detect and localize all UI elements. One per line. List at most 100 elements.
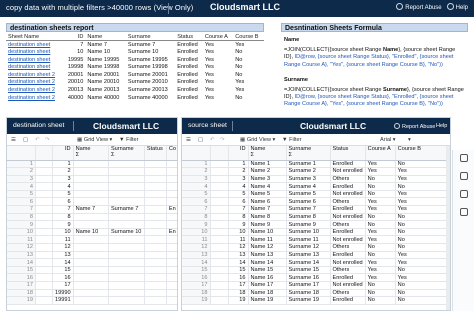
grid-cell[interactable]: 5: [228, 190, 249, 199]
grid-cell[interactable]: [108, 289, 145, 298]
grid-cell[interactable]: Name 15: [248, 266, 287, 275]
grid-cell[interactable]: 12: [228, 243, 249, 252]
table-row[interactable]: 12 12: [7, 243, 177, 252]
grid-cell[interactable]: 10: [228, 228, 249, 237]
col-course[interactable]: Co: [166, 146, 177, 161]
filter-button[interactable]: ▼ Filter: [119, 137, 139, 143]
grid-cell[interactable]: Name 5: [248, 190, 287, 199]
table-row[interactable]: 99: [7, 220, 177, 229]
grid-cell[interactable]: [108, 258, 145, 267]
link-icon[interactable]: [460, 208, 468, 216]
grid-cell[interactable]: [144, 251, 167, 260]
grid-cell[interactable]: 16: [52, 273, 74, 282]
grid-cell[interactable]: [144, 160, 167, 169]
save-icon[interactable]: ▢: [23, 137, 28, 143]
vertical-scrollbar[interactable]: [446, 146, 450, 310]
sheet-link[interactable]: destination sheet 2: [6, 86, 63, 94]
table-row[interactable]: 9 9 Name 9 Surname 9 Others No No: [182, 220, 449, 229]
grid-cell[interactable]: [166, 266, 177, 275]
grid-cell[interactable]: Not enrolled: [330, 167, 366, 176]
table-row[interactable]: 11: [7, 160, 177, 169]
col-id[interactable]: ID: [52, 146, 74, 161]
grid-cell[interactable]: No: [365, 243, 396, 252]
table-row[interactable]: 19 19991: [7, 296, 177, 305]
grid-cell[interactable]: 1: [52, 160, 74, 169]
col-status[interactable]: Status: [330, 146, 366, 161]
row-actions[interactable]: [210, 243, 229, 252]
row-actions[interactable]: [210, 296, 229, 305]
grid-cell[interactable]: Name 13: [248, 251, 287, 260]
grid-cell[interactable]: 4: [228, 182, 249, 191]
row-actions[interactable]: [35, 182, 54, 191]
grid-cell[interactable]: No: [395, 220, 449, 229]
table-row[interactable]: 14 14: [7, 258, 177, 267]
row-actions[interactable]: [210, 289, 229, 298]
grid-cell[interactable]: Yes: [365, 167, 396, 176]
grid-cell[interactable]: 16: [228, 273, 249, 282]
grid-cell[interactable]: [166, 197, 177, 207]
grid-cell[interactable]: Yes: [395, 205, 449, 214]
grid-cell[interactable]: Not enrolled: [330, 190, 366, 199]
grid-cell[interactable]: [73, 197, 109, 207]
table-row[interactable]: 18 18 Name 18 Surname 18 Others No No: [182, 289, 449, 298]
grid-cell[interactable]: Name 9: [248, 220, 287, 229]
grid-cell[interactable]: [166, 273, 177, 282]
grid-cell[interactable]: Not enrolled: [330, 281, 366, 290]
col-status[interactable]: Status: [144, 146, 167, 161]
activity-icon[interactable]: [460, 190, 468, 198]
row-actions[interactable]: [210, 190, 229, 199]
col-name[interactable]: Name Σ: [248, 146, 287, 161]
grid-cell[interactable]: Name 7: [73, 205, 109, 214]
grid-cell[interactable]: No: [365, 175, 396, 184]
grid-cell[interactable]: Name 11: [248, 235, 287, 245]
grid-cell[interactable]: [144, 266, 167, 275]
grid-cell[interactable]: 15: [228, 266, 249, 275]
grid-cell[interactable]: [108, 197, 145, 207]
grid-cell[interactable]: 9: [52, 220, 74, 229]
sheet-link[interactable]: destination sheet 2: [6, 79, 63, 87]
table-row[interactable]: 1 1 Name 1 Surname 1 Enrolled Yes No: [182, 160, 449, 169]
grid-cell[interactable]: Others: [330, 243, 366, 252]
grid-cell[interactable]: [166, 190, 177, 199]
grid-cell[interactable]: [73, 167, 109, 176]
col-name[interactable]: Name Σ: [73, 146, 109, 161]
grid-cell[interactable]: Surname 11: [286, 235, 331, 245]
grid-cell[interactable]: Surname 7: [286, 205, 331, 214]
grid-cell[interactable]: 11: [52, 235, 74, 245]
grid-cell[interactable]: Name 10: [248, 228, 287, 237]
grid-cell[interactable]: Surname 9: [286, 220, 331, 229]
grid-cell[interactable]: Yes: [395, 273, 449, 282]
grid-cell[interactable]: 6: [52, 197, 74, 207]
help-link[interactable]: Help: [436, 123, 447, 129]
table-row[interactable]: 17 17: [7, 281, 177, 290]
grid-cell[interactable]: En: [166, 228, 177, 237]
grid-cell[interactable]: Yes: [365, 258, 396, 267]
grid-cell[interactable]: Name 16: [248, 273, 287, 282]
grid-cell[interactable]: Enrolled: [330, 273, 366, 282]
grid-cell[interactable]: 19991: [52, 296, 74, 305]
table-row[interactable]: 10 10 Name 10 Surname 10 Enrolled Yes No: [182, 228, 449, 237]
grid-cell[interactable]: [144, 281, 167, 290]
row-actions[interactable]: [35, 243, 54, 252]
grid-cell[interactable]: Surname 10: [286, 228, 331, 237]
grid-cell[interactable]: [73, 190, 109, 199]
grid-cell[interactable]: [108, 175, 145, 184]
grid-cell[interactable]: [108, 220, 145, 229]
grid-cell[interactable]: 17: [52, 281, 74, 290]
grid-cell[interactable]: No: [395, 182, 449, 191]
table-row[interactable]: 3 3 Name 3 Surname 3 Others No Yes: [182, 175, 449, 184]
sheet-link[interactable]: destination sheet: [6, 63, 63, 71]
table-row[interactable]: 13 13 Name 13 Surname 13 Enrolled No Yes: [182, 251, 449, 260]
grid-cell[interactable]: [144, 243, 167, 252]
row-actions[interactable]: [35, 266, 54, 275]
report-abuse-link[interactable]: Report Abuse: [405, 5, 441, 11]
sheet-link[interactable]: destination sheet 2: [6, 71, 63, 79]
table-row[interactable]: 33: [7, 175, 177, 184]
table-row[interactable]: 11 11 Name 11 Surname 11 Not enrolled Yes No: [182, 235, 449, 245]
row-actions[interactable]: [210, 197, 229, 207]
grid-cell[interactable]: Yes: [365, 197, 396, 207]
grid-cell[interactable]: [166, 281, 177, 290]
grid-cell[interactable]: [144, 273, 167, 282]
grid-cell[interactable]: Surname 17: [286, 281, 331, 290]
grid-cell[interactable]: 10: [52, 228, 74, 237]
